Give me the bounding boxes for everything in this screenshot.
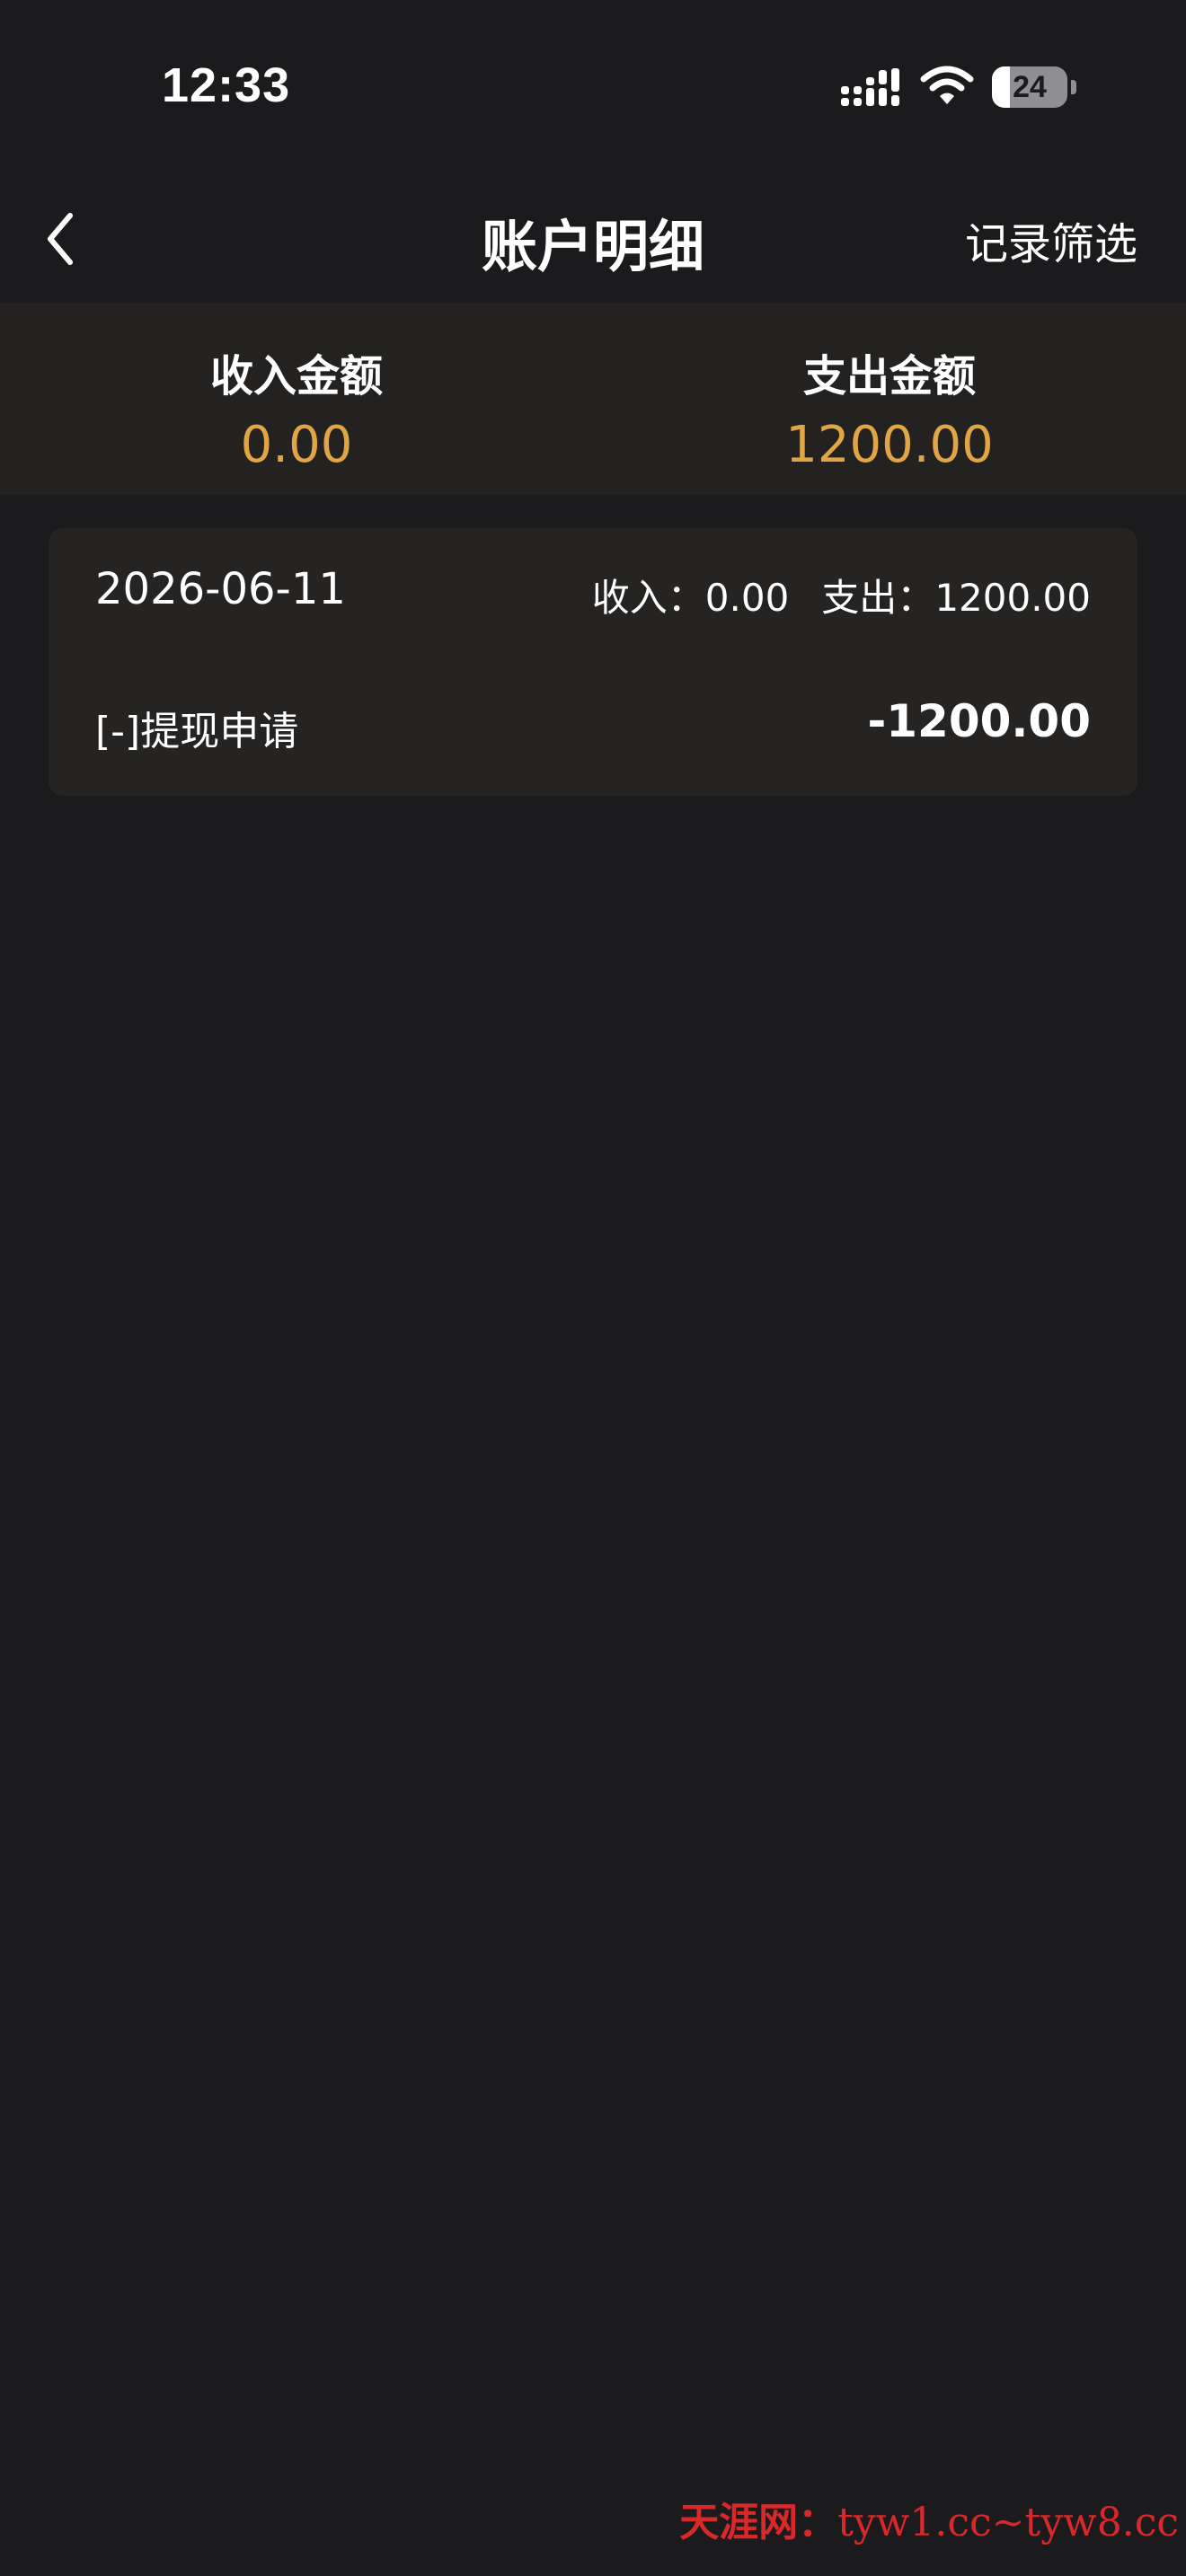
chevron-left-icon — [48, 213, 73, 265]
page-title: 账户明细 — [481, 214, 704, 279]
expense-label: 支出金额 — [802, 351, 976, 401]
amount-summary: 收入金额 0.00 支出金额 1200.00 — [0, 303, 1186, 495]
record-date: 2026-06-11 — [95, 564, 346, 614]
record-description: [-]提现申请 — [95, 709, 299, 754]
battery-level: 24 — [1013, 70, 1047, 104]
expense-summary: 支出金额 1200.00 — [593, 303, 1186, 495]
signal-icon — [841, 68, 899, 106]
record-amount: -1200.00 — [867, 695, 1092, 747]
record-filter-button[interactable]: 记录筛选 — [965, 208, 1137, 271]
record-income-label: 收入： — [591, 576, 705, 620]
wifi-icon — [920, 66, 974, 104]
account-details-screen: 12:33 24 账户明细 记录筛选 收入金额 0.00 支出金额 1200.0… — [0, 0, 1186, 2576]
record-day-summary: 收入：0.00 支出：1200.00 — [592, 568, 1091, 622]
watermark-name: 天涯网： — [679, 2500, 838, 2545]
income-value: 0.00 — [240, 416, 353, 474]
record-expense-value: 1200.00 — [934, 576, 1091, 620]
record-expense-label: 支出： — [821, 576, 935, 620]
watermark-urls: tyw1.cc~tyw8.cc — [837, 2500, 1179, 2545]
record-card[interactable]: 2026-06-11 收入：0.00 支出：1200.00 [-]提现申请 -12… — [49, 528, 1137, 796]
battery-icon: 24 — [992, 66, 1076, 108]
status-time: 12:33 — [162, 58, 291, 112]
expense-value: 1200.00 — [785, 416, 994, 474]
income-label: 收入金额 — [209, 351, 383, 401]
watermark: 天涯网：tyw1.cc~tyw8.cc — [679, 2490, 1179, 2547]
status-bar: 12:33 24 — [0, 0, 1186, 171]
income-summary: 收入金额 0.00 — [0, 303, 593, 495]
back-button[interactable] — [34, 201, 92, 277]
record-income-value: 0.00 — [704, 576, 790, 620]
battery-tip — [1071, 80, 1076, 94]
nav-bar: 账户明细 记录筛选 — [0, 176, 1186, 302]
